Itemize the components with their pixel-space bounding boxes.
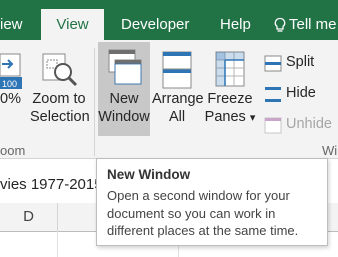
unhide-window-icon [264, 117, 282, 134]
zoom-to-selection-label-1: Zoom to [32, 91, 86, 107]
new-window-icon [98, 42, 150, 90]
new-window-label-2: Window [98, 109, 150, 125]
gridline [57, 231, 58, 257]
freeze-panes-label-1: Freeze [207, 91, 253, 107]
split-icon [264, 55, 282, 72]
split-label: Split [286, 54, 315, 70]
tab-help[interactable]: Help [220, 9, 251, 40]
svg-text:100: 100 [2, 79, 17, 89]
arrange-all-button[interactable]: Arrange All [152, 50, 204, 130]
hide-window-icon [264, 86, 282, 103]
arrange-all-label-1: Arrange [152, 91, 204, 107]
zoom-to-selection-icon [30, 50, 88, 90]
hide-button[interactable]: Hide [264, 85, 338, 105]
hide-label: Hide [286, 85, 316, 101]
ribbon-tab-bar: iew View Developer Help Tell me [0, 0, 338, 40]
lightbulb-icon [274, 17, 286, 34]
group-label-zoom: oom [0, 143, 26, 158]
zoom-to-selection-button[interactable]: Zoom to Selection [30, 50, 90, 130]
arrange-all-icon [152, 50, 202, 90]
new-window-tooltip: New Window Open a second window for your… [96, 158, 328, 246]
freeze-panes-button[interactable]: Freeze Panes ▾ [204, 50, 256, 130]
zoom-100-button[interactable]: 100 0% [0, 50, 24, 128]
zoom-100-icon: 100 [0, 50, 24, 90]
unhide-button[interactable]: Unhide [264, 116, 338, 136]
tab-tell-me[interactable]: Tell me [274, 9, 337, 40]
tab-view[interactable]: View [41, 9, 104, 40]
split-button[interactable]: Split [264, 54, 338, 74]
zoom-100-label: 0% [0, 91, 21, 107]
chevron-down-icon: ▾ [249, 112, 256, 124]
tooltip-body: Open a second window for your document s… [107, 188, 299, 238]
group-separator [94, 48, 95, 156]
zoom-to-selection-label-2: Selection [30, 109, 90, 125]
freeze-panes-label-2: Panes ▾ [204, 109, 256, 125]
new-window-label-1: New [109, 91, 139, 107]
ribbon-view-panel: 100 0% Zoom to Selection New Window Arra… [0, 40, 338, 159]
arrange-all-label-2: All [168, 109, 186, 125]
tab-review[interactable]: iew [0, 9, 23, 40]
tooltip-title: New Window [107, 167, 191, 182]
column-header-d[interactable]: D [0, 203, 58, 232]
freeze-panes-icon [204, 50, 256, 90]
group-label-window: Wi [322, 143, 338, 158]
unhide-label: Unhide [286, 116, 332, 132]
new-window-button[interactable]: New Window [98, 42, 150, 136]
tab-developer[interactable]: Developer [121, 9, 189, 40]
